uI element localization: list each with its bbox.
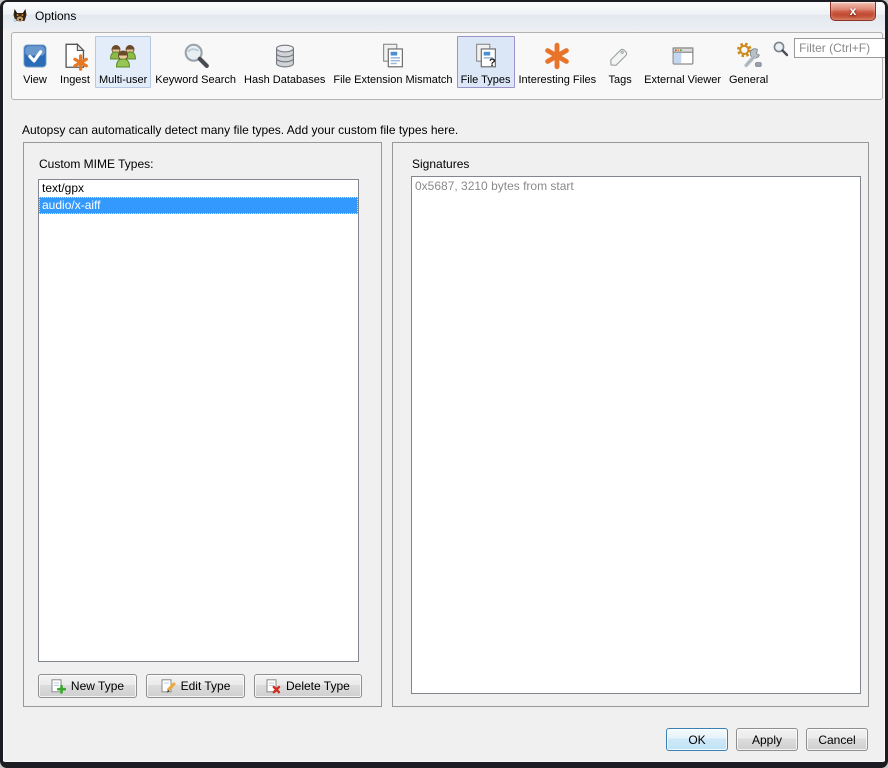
window-title: Options [35, 9, 76, 23]
documents-question-icon: ? [470, 39, 502, 73]
tab-hash-databases[interactable]: Hash Databases [240, 36, 329, 88]
tab-label: Ingest [60, 73, 90, 86]
filter-group [772, 38, 888, 58]
autopsy-dog-icon [12, 8, 28, 24]
tab-tags[interactable]: Tags [600, 36, 640, 88]
tab-file-extension-mismatch[interactable]: File Extension Mismatch [329, 36, 456, 88]
app-window-icon [667, 39, 699, 73]
tab-label: File Types [461, 73, 511, 86]
tab-label: Tags [609, 73, 632, 86]
mime-actions: New Type Edit Type [38, 674, 368, 698]
edit-type-label: Edit Type [181, 679, 231, 693]
tab-keyword-search[interactable]: Keyword Search [151, 36, 240, 88]
filter-input[interactable] [794, 38, 888, 58]
tag-icon [604, 39, 636, 73]
list-item-selected[interactable]: audio/x-aiff [39, 197, 358, 214]
tab-label: Interesting Files [519, 73, 597, 86]
mime-panel-label: Custom MIME Types: [39, 157, 153, 171]
gear-wrench-icon [733, 39, 765, 73]
tab-label: Keyword Search [155, 73, 236, 86]
tab-view[interactable]: View [15, 36, 55, 88]
tab-label: General [729, 73, 768, 86]
signatures-panel-label: Signatures [412, 157, 469, 171]
tab-label: Multi-user [99, 73, 147, 86]
options-dialog: Options x View [0, 0, 888, 768]
delete-type-button[interactable]: Delete Type [254, 674, 362, 698]
documents-icon [377, 39, 409, 73]
options-category-toolbar: View Ingest [11, 32, 883, 100]
tab-ingest[interactable]: Ingest [55, 36, 95, 88]
svg-text:?: ? [488, 57, 495, 69]
tab-interesting-files[interactable]: Interesting Files [515, 36, 601, 88]
tab-label: File Extension Mismatch [333, 73, 452, 86]
new-type-icon [51, 679, 66, 694]
orange-asterisk-icon [541, 39, 573, 73]
dialog-footer: OK Apply Cancel [666, 728, 868, 751]
delete-type-icon [266, 679, 281, 694]
new-type-button[interactable]: New Type [38, 674, 137, 698]
close-button[interactable]: x [830, 2, 876, 21]
tab-multi-user[interactable]: Multi-user [95, 36, 151, 88]
list-item[interactable]: text/gpx [39, 180, 358, 197]
ok-button[interactable]: OK [666, 728, 728, 751]
new-type-label: New Type [71, 679, 124, 693]
database-stack-icon [269, 39, 301, 73]
list-item[interactable]: 0x5687, 3210 bytes from start [412, 177, 860, 195]
tab-file-types[interactable]: ? File Types [457, 36, 515, 88]
document-asterisk-icon [59, 39, 91, 73]
tab-label: Hash Databases [244, 73, 325, 86]
delete-type-label: Delete Type [286, 679, 350, 693]
tab-label: View [23, 73, 47, 86]
mime-type-list[interactable]: text/gpx audio/x-aiff [38, 179, 359, 662]
close-icon: x [850, 5, 857, 17]
signatures-panel: Signatures 0x5687, 3210 bytes from start [392, 142, 869, 707]
apply-button[interactable]: Apply [736, 728, 798, 751]
cancel-button[interactable]: Cancel [806, 728, 868, 751]
users-group-icon [107, 39, 139, 73]
description-text: Autopsy can automatically detect many fi… [22, 123, 458, 137]
magnifier-icon [180, 39, 212, 73]
tab-external-viewer[interactable]: External Viewer [640, 36, 725, 88]
tab-general[interactable]: General [725, 36, 772, 88]
view-checkbox-icon [19, 39, 51, 73]
tab-label: External Viewer [644, 73, 721, 86]
search-icon [772, 40, 789, 57]
custom-mime-types-panel: Custom MIME Types: text/gpx audio/x-aiff [23, 142, 382, 707]
signatures-list[interactable]: 0x5687, 3210 bytes from start [411, 176, 861, 694]
titlebar[interactable]: Options [3, 2, 885, 30]
edit-type-button[interactable]: Edit Type [146, 674, 245, 698]
edit-type-icon [161, 679, 176, 694]
